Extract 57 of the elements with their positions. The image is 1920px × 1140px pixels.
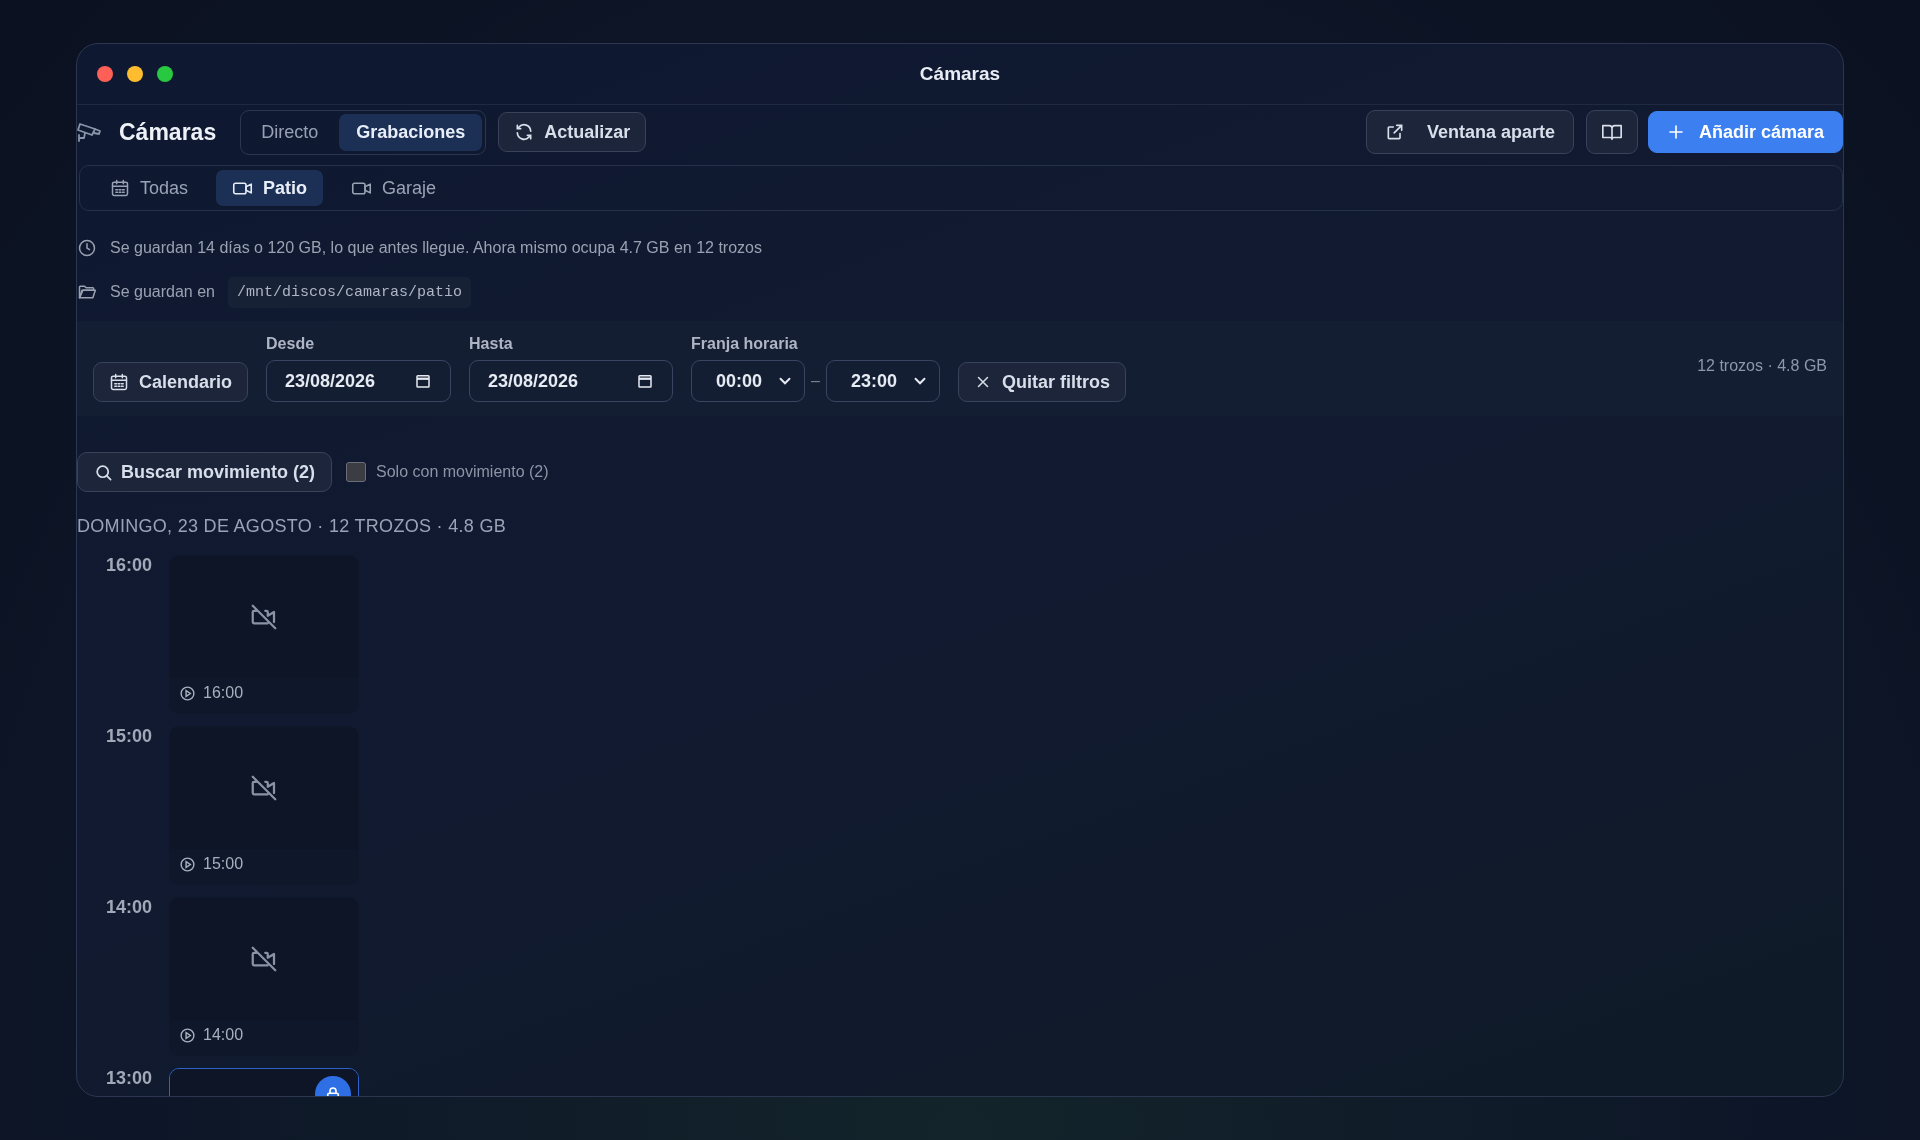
- add-camera-button[interactable]: Añadir cámara: [1647, 111, 1843, 153]
- checkbox[interactable]: [346, 462, 367, 482]
- hour-label: 16:00: [105, 555, 154, 575]
- hour-label: 14:00: [105, 897, 154, 917]
- calendar-icon: [414, 372, 433, 390]
- clock-icon: [77, 238, 97, 258]
- video-off-icon: [249, 773, 279, 803]
- maximize-button[interactable]: [157, 66, 173, 82]
- checkbox-label: Solo con movimiento (2): [376, 463, 549, 481]
- hour-label: 15:00: [105, 726, 154, 746]
- play-icon: [179, 1026, 196, 1044]
- calendar-icon: [109, 372, 129, 392]
- recording-card[interactable]: 14:00: [169, 897, 359, 1056]
- day-heading: DOMINGO, 23 DE AGOSTO · 12 TROZOS · 4.8 GB: [77, 516, 508, 537]
- camera-tab[interactable]: Garaje: [335, 170, 453, 206]
- close-button[interactable]: [97, 66, 113, 82]
- video-off-icon: [249, 602, 279, 632]
- video-off-icon: [249, 944, 279, 974]
- window-title: Cámaras: [919, 63, 1001, 85]
- clear-filters-button[interactable]: Quitar filtros: [957, 362, 1126, 402]
- book-button[interactable]: [1585, 110, 1638, 154]
- motion-search-button[interactable]: Buscar movimiento (2): [77, 452, 333, 492]
- recording-card[interactable]: 16:00: [169, 555, 359, 714]
- camera-tab[interactable]: Todas: [94, 170, 205, 206]
- clip-time: 15:00: [203, 855, 244, 873]
- folder-icon: [77, 282, 97, 302]
- storage-path: /mnt/discos/camaras/patio: [228, 276, 472, 308]
- calendar-button[interactable]: Calendario: [93, 362, 249, 402]
- clip-time: 16:00: [203, 684, 244, 702]
- popout-button[interactable]: Ventana aparte: [1365, 110, 1574, 154]
- to-label: Hasta: [469, 335, 514, 353]
- storage-label: Se guardan en: [110, 283, 215, 301]
- time-range-label: Franja horaria: [691, 335, 799, 353]
- camera-tab[interactable]: Patio: [216, 170, 324, 206]
- refresh-icon: [514, 122, 535, 142]
- calendar-icon: [636, 372, 655, 390]
- plus-icon: [1666, 123, 1685, 141]
- recording-card[interactable]: 15:00: [169, 726, 359, 885]
- end-time-select[interactable]: 23:00: [825, 360, 940, 402]
- minimize-button[interactable]: [127, 66, 143, 82]
- retention-text: Se guardan 14 días o 120 GB, lo que antes llegue. Ahora mismo ocupa 4.7 GB en 12 trozos: [110, 239, 762, 257]
- hour-label: 13:00: [105, 1068, 154, 1088]
- from-label: Desde: [266, 335, 316, 353]
- clip-time: 14:00: [203, 1026, 244, 1044]
- from-date-field[interactable]: 23/08/2026: [266, 360, 452, 402]
- start-time-select[interactable]: 00:00: [691, 360, 806, 402]
- mode-tab[interactable]: Grabaciones: [339, 113, 483, 151]
- play-icon: [179, 855, 196, 873]
- search-icon: [94, 462, 113, 482]
- filter-summary: 12 trozos · 4.8 GB: [1697, 356, 1827, 375]
- play-icon: [179, 684, 196, 702]
- calendar-icon: [110, 178, 130, 198]
- refresh-button[interactable]: Actualizar: [498, 112, 647, 152]
- mode-tab[interactable]: Directo: [244, 113, 336, 151]
- to-date-field[interactable]: 23/08/2026: [469, 360, 674, 402]
- app-title: Cámaras: [119, 118, 217, 146]
- range-separator: –: [811, 372, 820, 390]
